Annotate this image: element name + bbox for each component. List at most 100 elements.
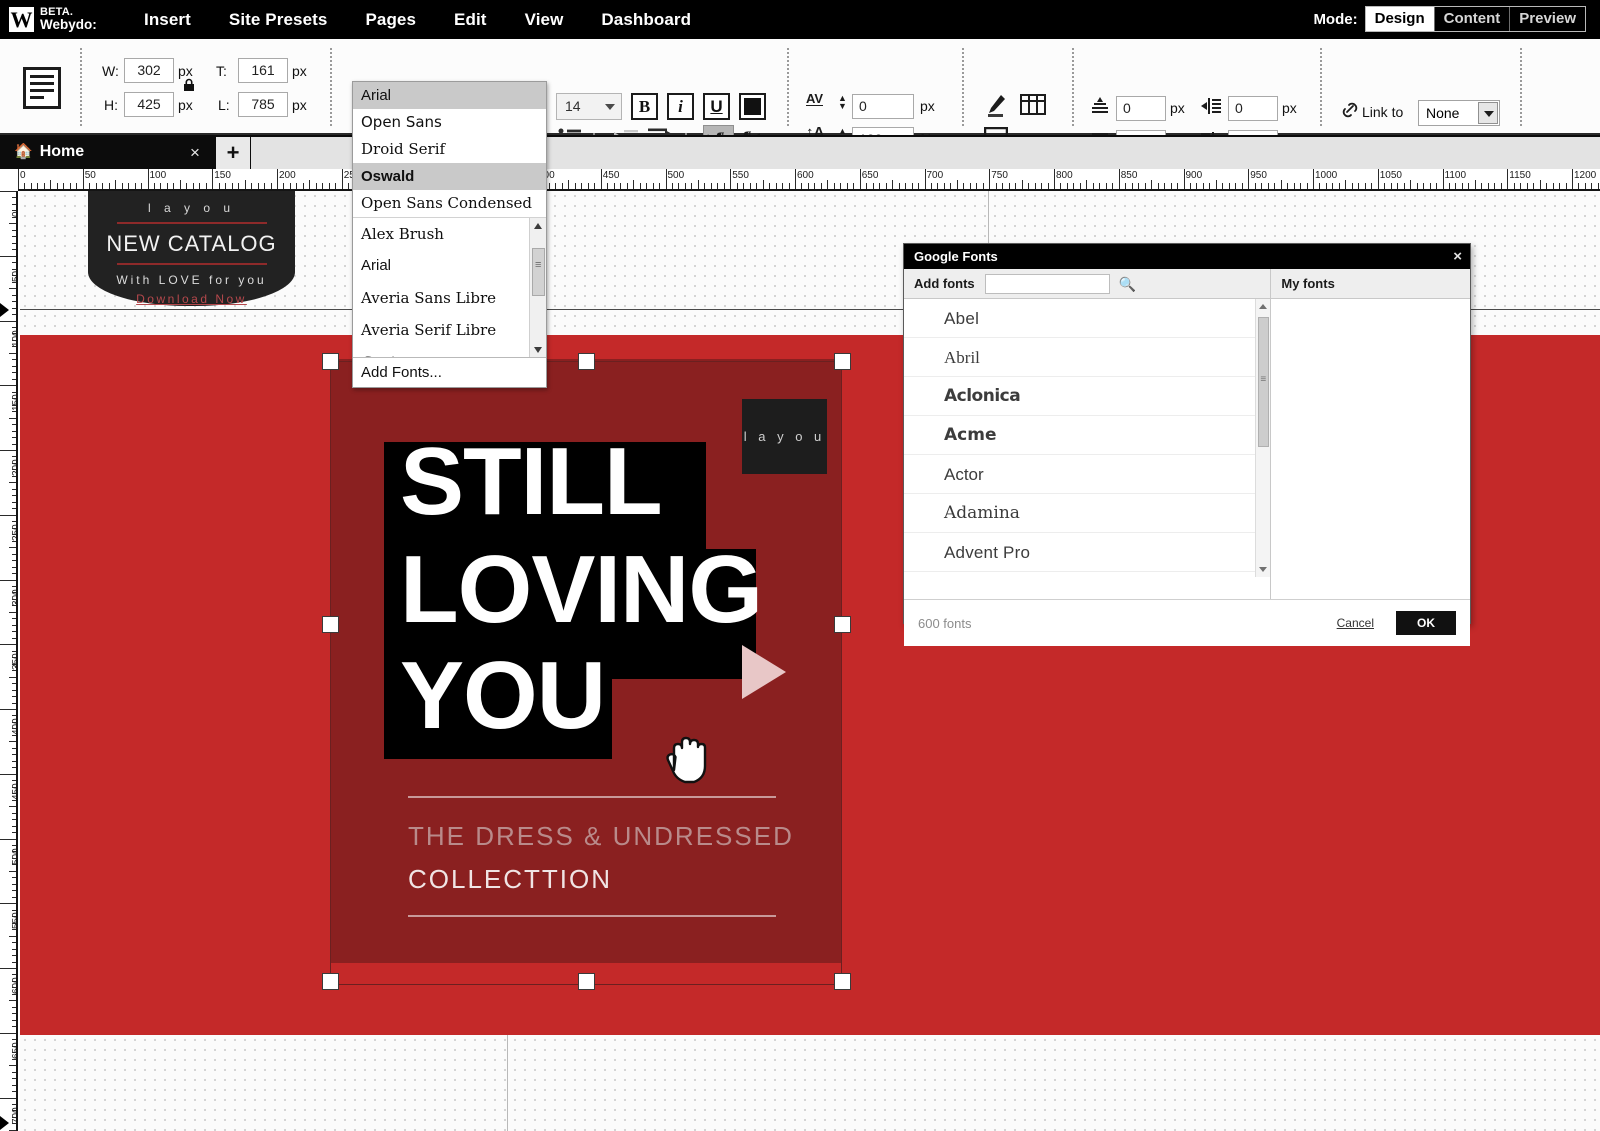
scroll-up-arrow-icon[interactable] bbox=[1256, 299, 1270, 313]
scrollbar-thumb[interactable] bbox=[1258, 317, 1269, 447]
padding-left-input[interactable]: 0 bbox=[1228, 96, 1278, 121]
menu-item-edit[interactable]: Edit bbox=[435, 10, 506, 30]
tab-close-button[interactable]: × bbox=[190, 143, 200, 163]
bold-button[interactable]: B bbox=[631, 93, 658, 120]
font-list-item[interactable]: Adamina bbox=[904, 494, 1270, 533]
font-option-averia-serif-libre[interactable]: Averia Serif Libre bbox=[353, 314, 546, 346]
font-list-item[interactable]: Aclonica bbox=[904, 377, 1270, 416]
top-input[interactable]: 161 bbox=[238, 58, 288, 83]
font-option-open-sans[interactable]: Open Sans bbox=[353, 109, 546, 136]
scroll-up-arrow-icon[interactable] bbox=[530, 218, 546, 233]
ruler-tick bbox=[1319, 183, 1320, 189]
ruler-tick bbox=[1196, 183, 1197, 189]
font-size-select[interactable]: 14 bbox=[556, 93, 622, 120]
ruler-tick bbox=[711, 183, 712, 189]
mode-button-design[interactable]: Design bbox=[1366, 7, 1435, 31]
cancel-button[interactable]: Cancel bbox=[1337, 616, 1374, 630]
ruler-tick bbox=[1067, 183, 1068, 189]
add-fonts-menu-item[interactable]: Add Fonts... bbox=[353, 358, 546, 387]
font-list-item[interactable]: Actor bbox=[904, 455, 1270, 494]
letter-spacing-input[interactable]: 0 bbox=[852, 94, 914, 119]
search-icon[interactable]: 🔍 bbox=[1119, 269, 1136, 299]
resize-handle-e[interactable] bbox=[834, 616, 851, 633]
height-input[interactable]: 425 bbox=[124, 92, 174, 117]
ruler-tick bbox=[206, 183, 207, 189]
letter-spacing-stepper[interactable]: ▲▼ bbox=[838, 94, 847, 110]
ruler-tick bbox=[970, 183, 971, 189]
font-option-averia-sans-libre[interactable]: Averia Sans Libre bbox=[353, 282, 546, 314]
font-option-open-sans-condensed[interactable]: Open Sans Condensed bbox=[353, 190, 546, 217]
italic-button[interactable]: i bbox=[667, 93, 694, 120]
menu-item-dashboard[interactable]: Dashboard bbox=[582, 10, 710, 30]
ruler-tick bbox=[1145, 183, 1146, 189]
left-input[interactable]: 785 bbox=[238, 92, 288, 117]
text-color-button[interactable] bbox=[739, 93, 766, 120]
ruler-label: 500 bbox=[668, 170, 685, 181]
margin-top-input[interactable]: 0 bbox=[1116, 96, 1166, 121]
google-fonts-list[interactable]: Abel Abril Aclonica Acme Actor Adamina A… bbox=[904, 299, 1270, 577]
mode-button-preview[interactable]: Preview bbox=[1510, 7, 1585, 31]
resize-handle-w[interactable] bbox=[322, 616, 339, 633]
ruler-end-marker[interactable] bbox=[0, 1116, 9, 1130]
resize-handle-se[interactable] bbox=[834, 973, 851, 990]
menu-item-view[interactable]: View bbox=[506, 10, 583, 30]
ruler-tick bbox=[1080, 183, 1081, 189]
resize-handle-sw[interactable] bbox=[322, 973, 339, 990]
font-list-item[interactable]: Acme bbox=[904, 416, 1270, 455]
ruler-tick bbox=[1468, 183, 1469, 189]
page-properties-icon[interactable] bbox=[23, 67, 61, 109]
chevron-down-icon[interactable] bbox=[1478, 102, 1498, 124]
font-list-scrollbar[interactable] bbox=[1255, 299, 1270, 577]
ruler-tick bbox=[989, 169, 990, 189]
scrollbar-thumb[interactable] bbox=[532, 248, 545, 296]
font-option-droid-serif[interactable]: Droid Serif bbox=[353, 136, 546, 163]
resize-handle-nw[interactable] bbox=[322, 353, 339, 370]
font-option-oswald[interactable]: Oswald bbox=[353, 163, 546, 190]
scroll-down-arrow-icon[interactable] bbox=[530, 343, 546, 357]
font-list-scrollbar[interactable] bbox=[529, 218, 546, 357]
ruler-tick bbox=[1203, 183, 1204, 189]
catalog-banner[interactable]: l a y o u NEW CATALOG With LOVE for you … bbox=[88, 191, 295, 306]
highlighter-pen-icon[interactable] bbox=[984, 93, 1008, 119]
font-option-arial[interactable]: Arial bbox=[353, 250, 546, 282]
horizontal-ruler[interactable]: 0501001502002503003504004505005506006507… bbox=[18, 169, 1600, 191]
font-list-item[interactable]: Abel bbox=[904, 299, 1270, 338]
banner-subtitle: With LOVE for you bbox=[88, 273, 295, 287]
ruler-tick bbox=[9, 353, 18, 354]
font-option-alex-brush[interactable]: Alex Brush bbox=[353, 218, 546, 250]
insert-table-icon[interactable] bbox=[1020, 93, 1046, 117]
my-fonts-list[interactable] bbox=[1271, 299, 1470, 577]
font-option-cursive[interactable]: Cursive bbox=[353, 346, 546, 357]
width-input[interactable]: 302 bbox=[124, 58, 174, 83]
ok-button[interactable]: OK bbox=[1396, 611, 1456, 635]
menu-item-site-presets[interactable]: Site Presets bbox=[210, 10, 347, 30]
lock-icon[interactable] bbox=[182, 78, 196, 92]
font-all-list[interactable]: Alex Brush Arial Averia Sans Libre Averi… bbox=[353, 217, 546, 357]
tab-home[interactable]: 🏠Home bbox=[0, 135, 213, 169]
ruler-tick bbox=[782, 183, 783, 189]
close-icon[interactable]: × bbox=[1453, 244, 1462, 269]
banner-download-link[interactable]: Download Now bbox=[88, 292, 295, 306]
font-list-item[interactable]: Advent Pro bbox=[904, 533, 1270, 572]
ruler-tick bbox=[63, 183, 64, 189]
ruler-tick bbox=[44, 183, 45, 189]
app-logo[interactable]: W BETA. Webydo: bbox=[0, 6, 125, 33]
font-list-item[interactable]: Abril bbox=[904, 338, 1270, 377]
font-family-dropdown[interactable]: Arial Open Sans Droid Serif Oswald Open … bbox=[352, 81, 547, 388]
underline-button[interactable]: U bbox=[703, 93, 730, 120]
resize-handle-ne[interactable] bbox=[834, 353, 851, 370]
vertical-ruler[interactable]: 0501001502002503003504004505005506006507… bbox=[0, 191, 18, 1131]
resize-handle-n[interactable] bbox=[578, 353, 595, 370]
add-page-button[interactable]: + bbox=[216, 137, 250, 169]
google-fonts-dialog[interactable]: Google Fonts × Add fonts 🔍 Abel Abril Ac… bbox=[903, 243, 1471, 624]
ruler-origin-marker[interactable] bbox=[0, 303, 9, 317]
link-target-select[interactable]: None bbox=[1418, 100, 1500, 126]
menu-item-pages[interactable]: Pages bbox=[346, 10, 435, 30]
ruler-tick bbox=[335, 183, 336, 189]
scroll-down-arrow-icon[interactable] bbox=[1256, 563, 1270, 577]
font-option-arial-recent[interactable]: Arial bbox=[353, 82, 546, 109]
resize-handle-s[interactable] bbox=[578, 973, 595, 990]
search-input[interactable] bbox=[985, 274, 1110, 294]
menu-item-insert[interactable]: Insert bbox=[125, 10, 210, 30]
mode-button-content[interactable]: Content bbox=[1435, 7, 1511, 31]
